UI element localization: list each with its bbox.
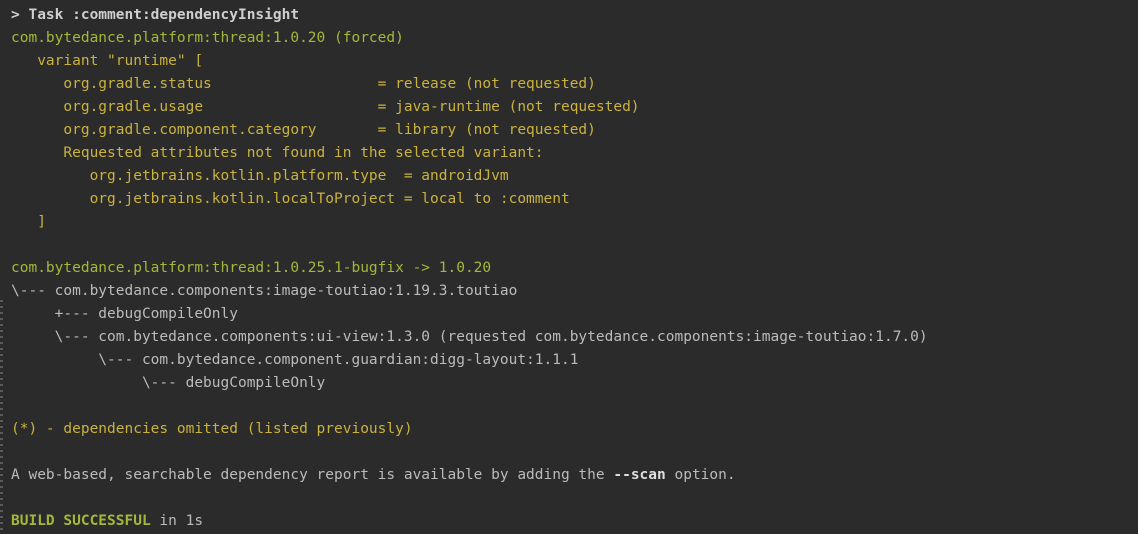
scan-hint-prefix: A web-based, searchable dependency repor… xyxy=(11,467,614,483)
dependency-line: com.bytedance.platform:thread:1.0.20 (fo… xyxy=(11,30,404,46)
dependency-tree-line: \--- com.bytedance.components:image-tout… xyxy=(11,283,518,299)
task-header-line: > Task :comment:dependencyInsight xyxy=(11,7,300,23)
omitted-note-line: (*) - dependencies omitted (listed previ… xyxy=(11,421,413,437)
dependency-tree-line: \--- com.bytedance.components:ui-view:1.… xyxy=(11,329,928,345)
dependency-line: com.bytedance.platform:thread:1.0.25.1-b… xyxy=(11,260,492,276)
dependency-tree-line: +--- debugCompileOnly xyxy=(11,306,238,322)
build-status: BUILD SUCCESSFUL xyxy=(11,513,151,529)
scan-flag: --scan xyxy=(613,467,666,483)
variant-close-line: ] xyxy=(11,214,46,230)
requested-attribute-line: org.jetbrains.kotlin.localToProject = lo… xyxy=(11,191,570,207)
requested-attributes-header: Requested attributes not found in the se… xyxy=(11,145,544,161)
attribute-line: org.gradle.usage = java-runtime (not req… xyxy=(11,99,640,115)
scan-hint-line: A web-based, searchable dependency repor… xyxy=(0,464,1138,487)
build-result-line: BUILD SUCCESSFUL in 1s xyxy=(0,510,1138,533)
build-time: in 1s xyxy=(150,513,204,529)
scan-hint-suffix: option. xyxy=(665,467,736,483)
attribute-line: org.gradle.status = release (not request… xyxy=(11,76,596,92)
build-console-output: > Task :comment:dependencyInsight com.by… xyxy=(0,0,1138,534)
requested-attribute-line: org.jetbrains.kotlin.platform.type = and… xyxy=(11,168,509,184)
variant-open-line: variant "runtime" [ xyxy=(11,53,204,69)
dependency-tree-line: \--- debugCompileOnly xyxy=(11,375,326,391)
attribute-line: org.gradle.component.category = library … xyxy=(11,122,596,138)
console-gutter xyxy=(0,300,3,534)
dependency-tree-line: \--- com.bytedance.component.guardian:di… xyxy=(11,352,579,368)
